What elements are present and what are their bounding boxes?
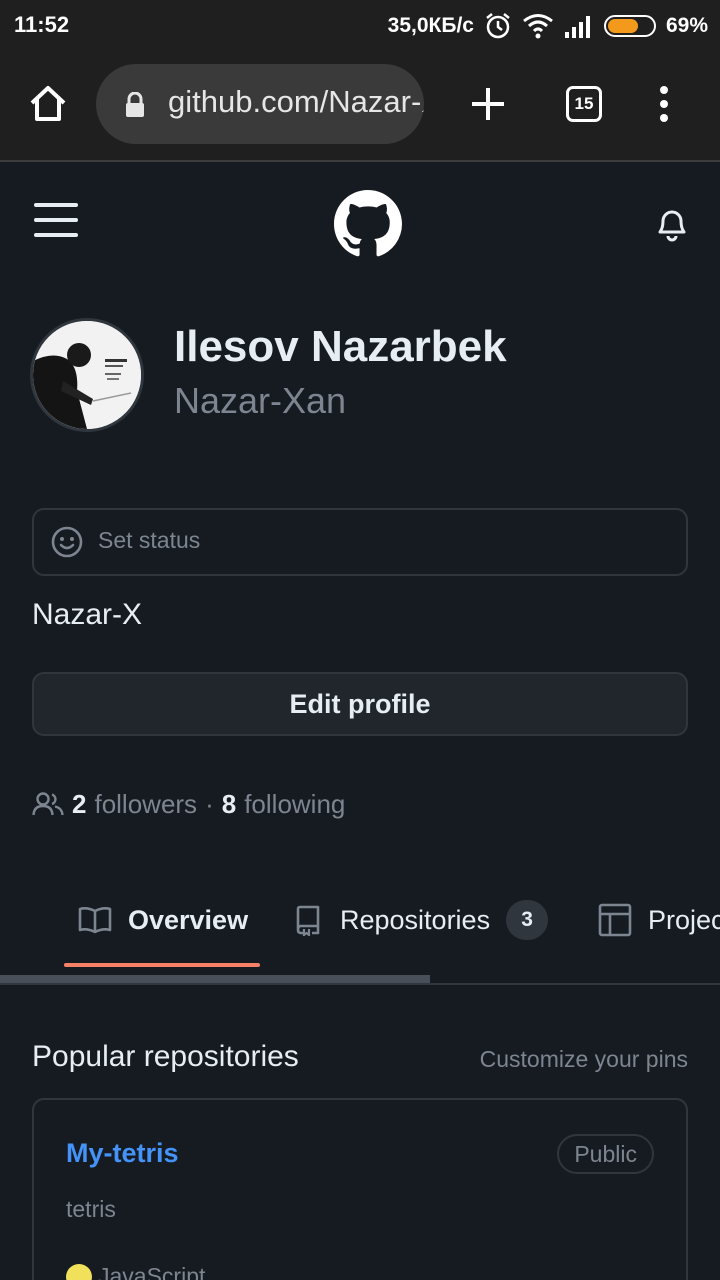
wifi-icon (523, 14, 553, 39)
avatar-photo (33, 321, 141, 429)
customize-pins-link[interactable]: Customize your pins (480, 1046, 688, 1073)
language-color-dot (66, 1264, 92, 1280)
lock-icon (126, 92, 144, 117)
repo-icon (296, 905, 320, 936)
network-speed: 35,0КБ/с (387, 14, 474, 37)
profile-username: Nazar-Xan (174, 380, 347, 421)
edit-profile-button[interactable]: Edit profile (32, 672, 688, 736)
following-count: 8 (221, 788, 237, 819)
following-link[interactable]: 8 following (222, 789, 346, 820)
table-icon (598, 903, 632, 937)
tab-overview[interactable]: Overview (78, 898, 248, 942)
url-text: github.com/Nazar-Xan (168, 84, 424, 119)
following-label: following (244, 788, 346, 819)
followers-label: followers (94, 788, 198, 819)
more-vert-icon[interactable] (648, 82, 680, 126)
repo-language: JavaScript (98, 1263, 206, 1280)
home-icon[interactable] (26, 82, 70, 126)
repositories-counter: 3 (506, 900, 549, 940)
book-icon (78, 907, 112, 934)
plus-icon[interactable] (466, 82, 510, 126)
tabs-scrollbar[interactable] (0, 975, 430, 983)
battery-level (607, 19, 639, 33)
address-bar[interactable]: github.com/Nazar-Xan (96, 64, 424, 144)
github-logo-icon[interactable] (334, 190, 402, 258)
visibility-badge: Public (557, 1134, 654, 1174)
status-icons: 35,0КБ/с 69% (388, 10, 708, 42)
selected-tab-indicator (64, 963, 260, 967)
set-status-label: Set status (98, 527, 201, 553)
followers-count: 2 (72, 788, 87, 819)
browser-toolbar: github.com/Nazar-Xan 15 (0, 52, 720, 160)
tab-repositories-label: Repositories (340, 904, 491, 935)
people-icon (32, 792, 64, 816)
followers-link[interactable]: 2 followers (72, 789, 197, 820)
profile-tabs: Overview Repositories 3 Projects (0, 880, 720, 960)
status-bar: 11:52 35,0КБ/с 69% (0, 0, 720, 52)
hamburger-menu-icon[interactable] (34, 200, 78, 240)
battery-percent: 69% (665, 14, 708, 37)
repo-name-link[interactable]: My-tetris (66, 1138, 179, 1169)
signal-icon (564, 16, 590, 38)
profile-name: Ilesov Nazarbek (174, 322, 507, 371)
tab-projects-label: Projects (648, 904, 720, 935)
tab-projects[interactable]: Projects (598, 898, 720, 942)
notification-bell-icon[interactable] (654, 204, 690, 242)
stats-separator: · (205, 788, 214, 819)
github-header (0, 162, 720, 280)
follow-stats: 2 followers · 8 following (32, 786, 345, 822)
avatar[interactable] (30, 318, 144, 432)
profile-bio: Nazar-X (32, 598, 143, 631)
smiley-icon (51, 526, 83, 558)
tab-repositories[interactable]: Repositories 3 (292, 898, 549, 942)
set-status-button[interactable]: Set status (32, 508, 688, 576)
tabs-icon[interactable]: 15 (566, 86, 602, 122)
repo-description: tetris (66, 1196, 116, 1222)
repo-card: My-tetris Public tetris JavaScript (32, 1098, 688, 1280)
battery-icon (603, 15, 656, 37)
tab-overview-label: Overview (128, 904, 249, 935)
status-time: 11:52 (14, 12, 70, 37)
popular-repositories-title: Popular repositories (32, 1040, 299, 1073)
alarm-icon (486, 13, 510, 39)
